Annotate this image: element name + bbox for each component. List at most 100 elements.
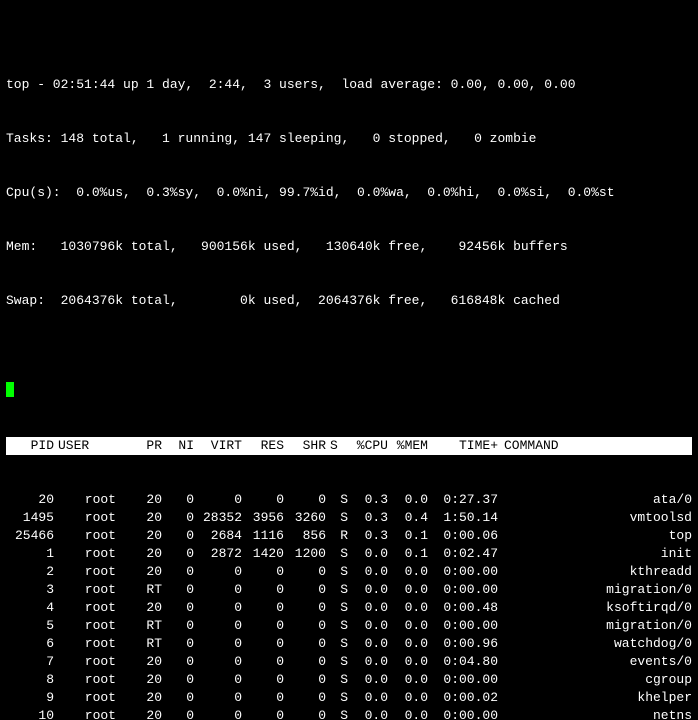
cell-pid: 10 [6, 707, 54, 720]
cell-s: S [326, 581, 348, 599]
cell-cpu: 0.3 [348, 491, 388, 509]
cell-res: 3956 [242, 509, 284, 527]
cell-time: 1:50.14 [428, 509, 498, 527]
cell-cpu: 0.0 [348, 581, 388, 599]
cell-shr: 0 [284, 707, 326, 720]
process-list: 20root200000S0.30.00:27.37ata/01495root2… [6, 491, 692, 720]
process-row: 8root200000S0.00.00:00.00cgroup [6, 671, 692, 689]
cell-shr: 0 [284, 671, 326, 689]
cell-time: 0:00.00 [428, 617, 498, 635]
cell-ni: 0 [162, 689, 194, 707]
cell-res: 0 [242, 599, 284, 617]
cell-time: 0:00.00 [428, 581, 498, 599]
process-row: 25466root20026841116856R0.30.10:00.06top [6, 527, 692, 545]
cell-virt: 0 [194, 617, 242, 635]
cell-pid: 4 [6, 599, 54, 617]
cell-virt: 0 [194, 563, 242, 581]
cell-pid: 1495 [6, 509, 54, 527]
cell-res: 0 [242, 563, 284, 581]
cell-time: 0:04.80 [428, 653, 498, 671]
cell-s: S [326, 617, 348, 635]
cell-pr: 20 [116, 491, 162, 509]
terminal[interactable]: top - 02:51:44 up 1 day, 2:44, 3 users, … [0, 0, 698, 720]
cell-pid: 7 [6, 653, 54, 671]
cell-ni: 0 [162, 491, 194, 509]
cell-mem: 0.0 [388, 563, 428, 581]
col-res: RES [242, 437, 284, 455]
cell-ni: 0 [162, 617, 194, 635]
process-row: 7root200000S0.00.00:04.80events/0 [6, 653, 692, 671]
cell-s: S [326, 707, 348, 720]
cell-cmd: khelper [498, 689, 692, 707]
cell-cmd: ksoftirqd/0 [498, 599, 692, 617]
cell-s: R [326, 527, 348, 545]
tasks-line: Tasks: 148 total, 1 running, 147 sleepin… [6, 130, 692, 148]
cell-mem: 0.0 [388, 491, 428, 509]
cell-time: 0:02.47 [428, 545, 498, 563]
cell-ni: 0 [162, 581, 194, 599]
cell-cpu: 0.0 [348, 545, 388, 563]
cell-ni: 0 [162, 635, 194, 653]
process-row: 1495root2002835239563260S0.30.41:50.14vm… [6, 509, 692, 527]
cell-pid: 9 [6, 689, 54, 707]
process-row: 20root200000S0.30.00:27.37ata/0 [6, 491, 692, 509]
cell-s: S [326, 599, 348, 617]
cell-shr: 0 [284, 491, 326, 509]
cell-user: root [54, 635, 116, 653]
cell-time: 0:00.00 [428, 671, 498, 689]
process-row: 1root200287214201200S0.00.10:02.47init [6, 545, 692, 563]
cell-ni: 0 [162, 563, 194, 581]
cell-time: 0:00.06 [428, 527, 498, 545]
cell-cpu: 0.0 [348, 617, 388, 635]
cell-user: root [54, 527, 116, 545]
process-row: 9root200000S0.00.00:00.02khelper [6, 689, 692, 707]
cell-pid: 2 [6, 563, 54, 581]
cell-virt: 0 [194, 653, 242, 671]
cell-pr: 20 [116, 545, 162, 563]
col-s: S [326, 437, 348, 455]
cell-res: 1116 [242, 527, 284, 545]
cell-pr: 20 [116, 563, 162, 581]
process-row: 6rootRT0000S0.00.00:00.96watchdog/0 [6, 635, 692, 653]
col-time: TIME+ [428, 437, 498, 455]
cell-pr: 20 [116, 653, 162, 671]
cell-s: S [326, 653, 348, 671]
cell-s: S [326, 509, 348, 527]
cell-shr: 0 [284, 563, 326, 581]
cell-shr: 0 [284, 635, 326, 653]
cell-s: S [326, 563, 348, 581]
cell-ni: 0 [162, 653, 194, 671]
cell-pr: 20 [116, 671, 162, 689]
cell-virt: 2872 [194, 545, 242, 563]
cell-res: 0 [242, 689, 284, 707]
cell-s: S [326, 689, 348, 707]
cell-virt: 0 [194, 491, 242, 509]
process-row: 3rootRT0000S0.00.00:00.00migration/0 [6, 581, 692, 599]
col-shr: SHR [284, 437, 326, 455]
col-pr: PR [116, 437, 162, 455]
cell-s: S [326, 491, 348, 509]
cell-user: root [54, 563, 116, 581]
cell-pid: 20 [6, 491, 54, 509]
col-cmd: COMMAND [498, 437, 692, 455]
cell-cmd: netns [498, 707, 692, 720]
cell-shr: 0 [284, 599, 326, 617]
cell-pid: 25466 [6, 527, 54, 545]
cell-mem: 0.0 [388, 689, 428, 707]
cell-cpu: 0.3 [348, 527, 388, 545]
cell-mem: 0.1 [388, 545, 428, 563]
cell-time: 0:27.37 [428, 491, 498, 509]
cell-shr: 856 [284, 527, 326, 545]
cell-virt: 0 [194, 581, 242, 599]
cell-mem: 0.1 [388, 527, 428, 545]
cell-user: root [54, 581, 116, 599]
cell-ni: 0 [162, 707, 194, 720]
cell-user: root [54, 653, 116, 671]
cell-res: 1420 [242, 545, 284, 563]
cell-mem: 0.0 [388, 653, 428, 671]
cell-pr: 20 [116, 707, 162, 720]
cursor-icon [6, 382, 14, 397]
cell-time: 0:00.02 [428, 689, 498, 707]
cell-virt: 0 [194, 689, 242, 707]
cell-res: 0 [242, 617, 284, 635]
